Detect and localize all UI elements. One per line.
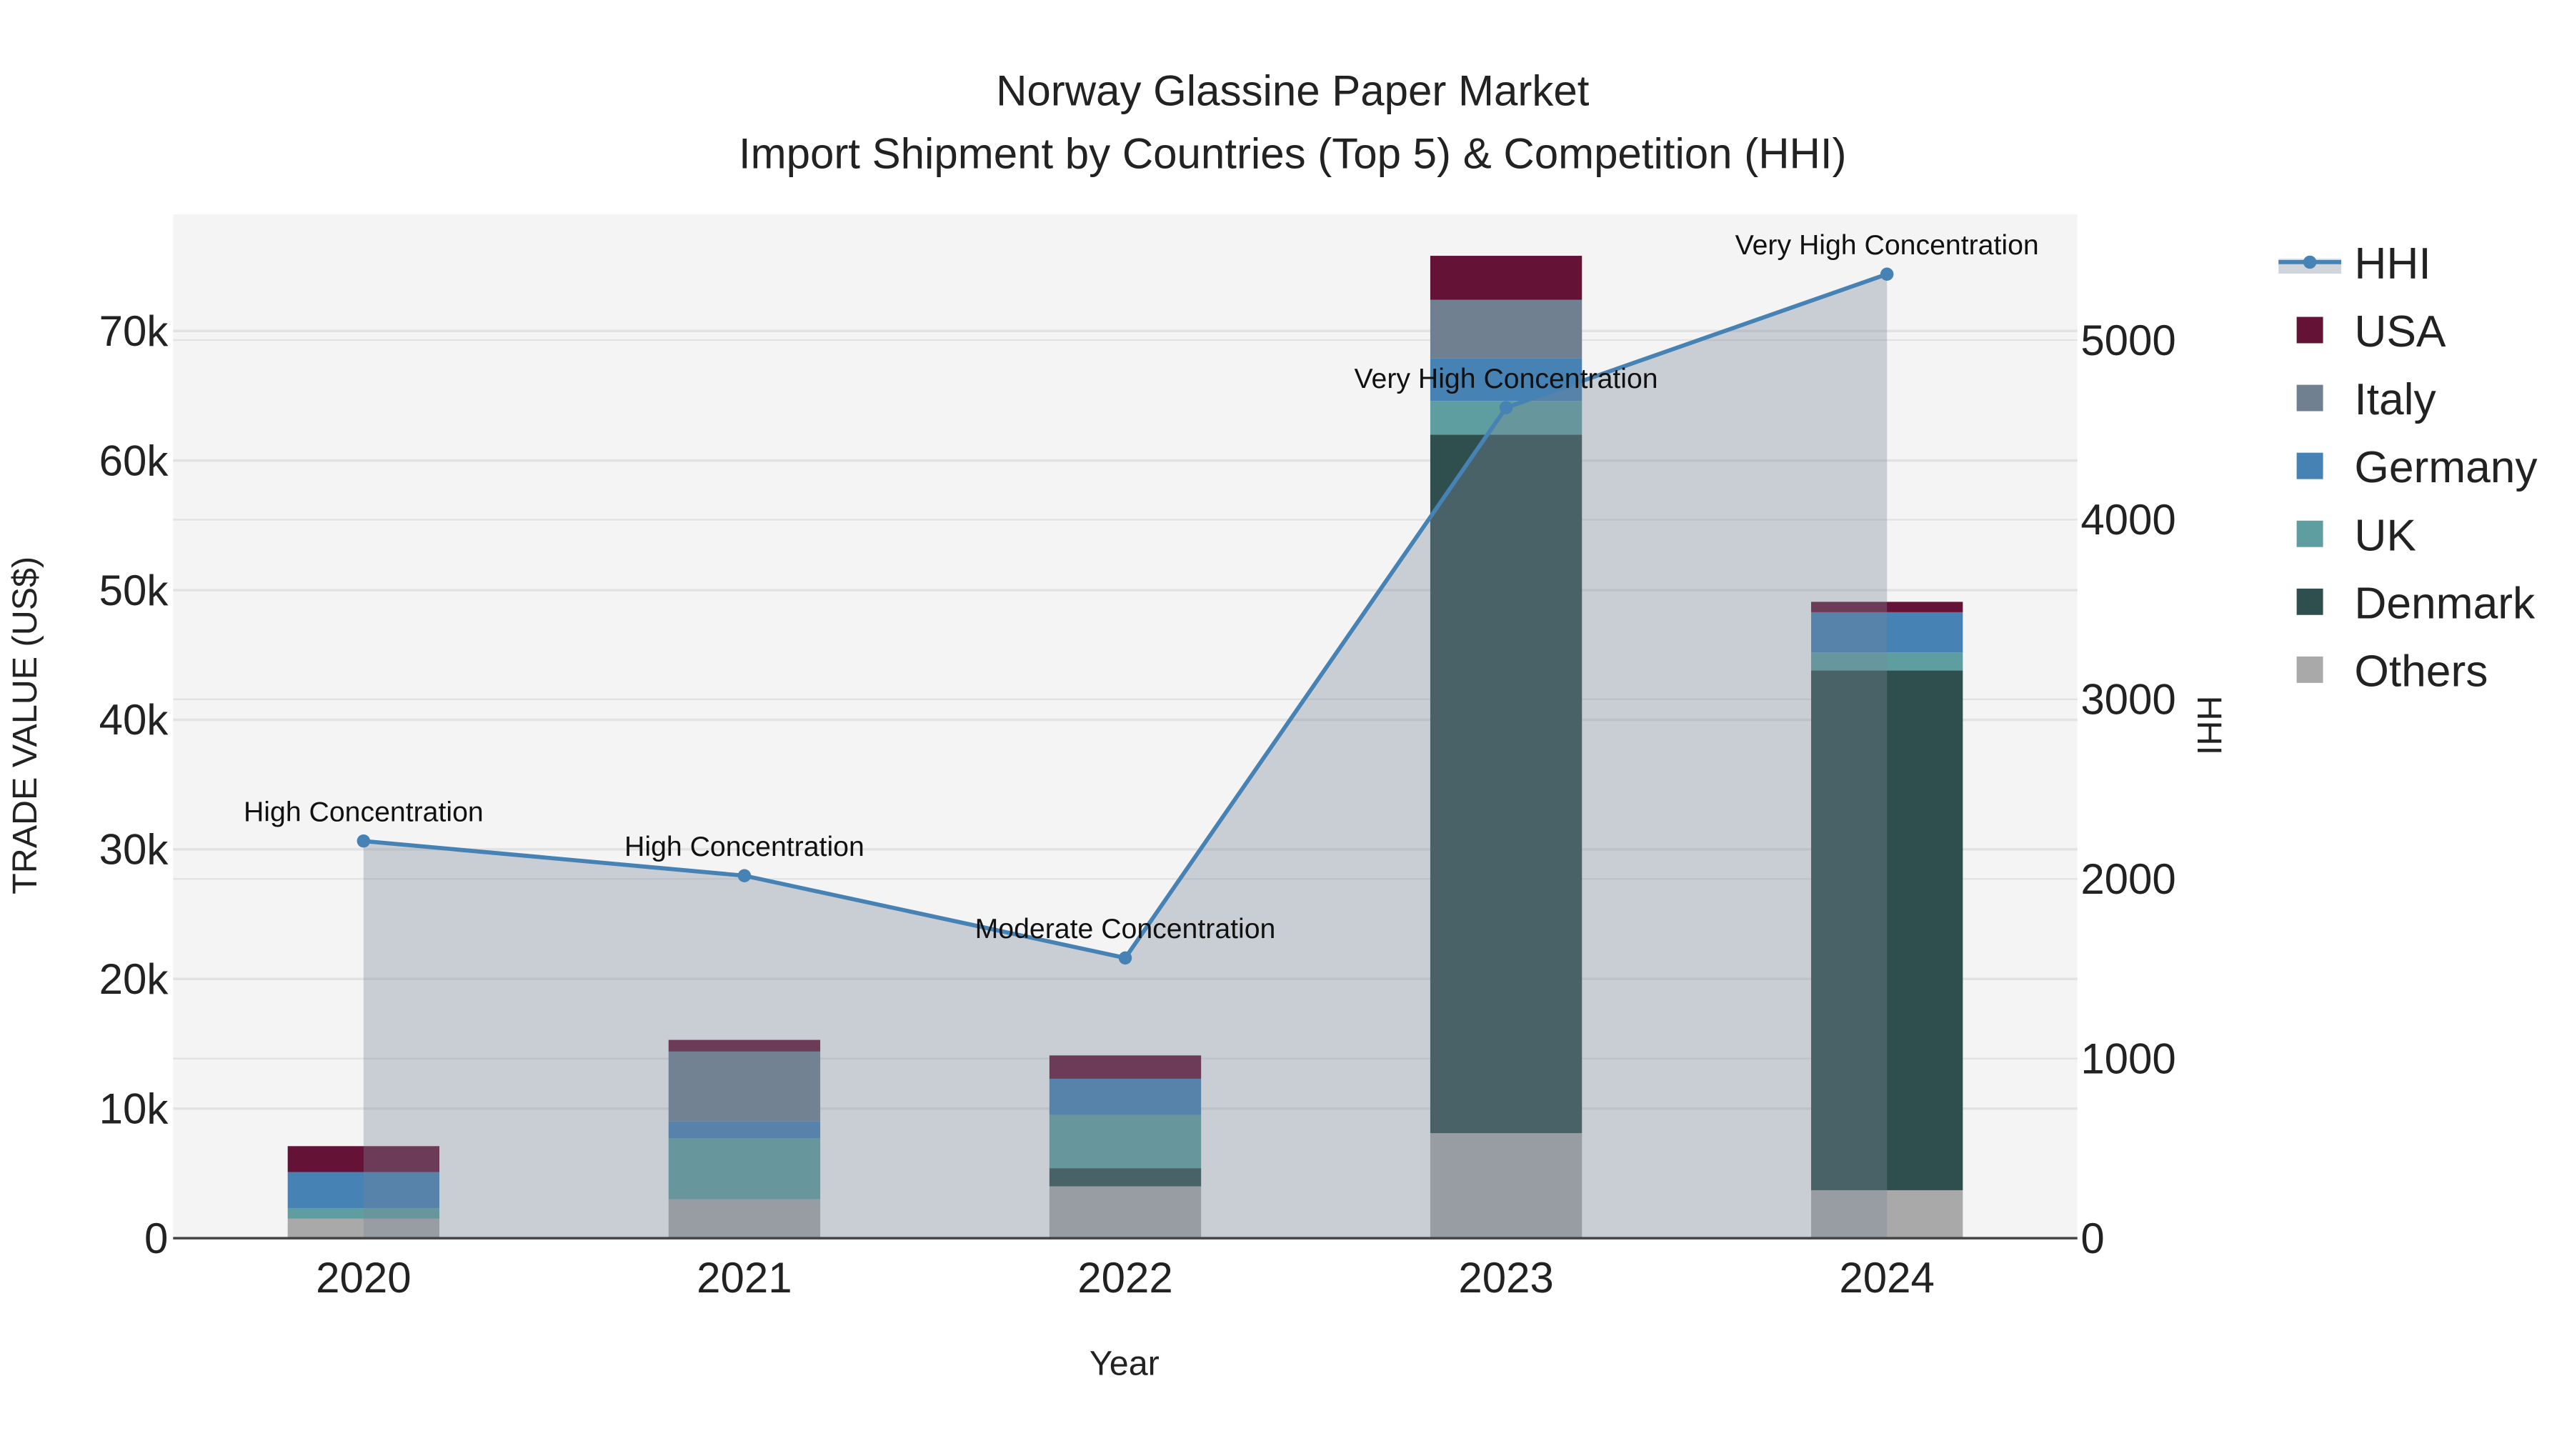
- y2-axis-title: HHI: [2190, 696, 2228, 755]
- y-tick-label: 40k: [99, 696, 169, 744]
- y-tick-label: 10k: [99, 1084, 169, 1132]
- hhi-point: [1499, 401, 1513, 414]
- legend-label-hhi: HHI: [2354, 239, 2431, 289]
- hhi-point: [357, 834, 371, 848]
- y2-tick-label: 4000: [2080, 496, 2175, 544]
- legend-swatch-germany: [2296, 452, 2323, 479]
- hhi-point: [1880, 267, 1894, 281]
- legend-swatch-uk: [2296, 520, 2323, 547]
- hhi-annotation: Very High Concentration: [1735, 229, 2039, 261]
- y2-tick-label: 3000: [2080, 676, 2175, 724]
- legend-label-others: Others: [2354, 647, 2488, 696]
- x-tick-label: 2022: [1077, 1254, 1172, 1302]
- legend-hhi-marker: [2303, 255, 2317, 269]
- chart-subtitle: Import Shipment by Countries (Top 5) & C…: [739, 129, 1847, 177]
- legend-label-usa: USA: [2354, 307, 2446, 356]
- chart-title: Norway Glassine Paper Market: [996, 67, 1590, 115]
- y-tick-label: 30k: [99, 826, 169, 874]
- legend-label-germany: Germany: [2354, 443, 2538, 492]
- hhi-point: [1118, 951, 1132, 965]
- hhi-annotation: High Concentration: [244, 797, 484, 828]
- y-tick-label: 60k: [99, 437, 169, 484]
- hhi-annotation: High Concentration: [624, 831, 864, 862]
- x-tick-label: 2021: [697, 1254, 792, 1302]
- y-tick-label: 20k: [99, 955, 169, 1003]
- legend-swatch-italy: [2296, 384, 2323, 412]
- x-tick-label: 2020: [316, 1254, 411, 1302]
- y-tick-label: 0: [144, 1215, 168, 1262]
- x-tick-label: 2023: [1458, 1254, 1553, 1302]
- hhi-annotation: Moderate Concentration: [975, 913, 1276, 944]
- bar-italy-2023: [1430, 299, 1582, 359]
- legend-label-denmark: Denmark: [2354, 579, 2536, 628]
- legend-swatch-others: [2296, 656, 2323, 683]
- chart-container: High Concentration High Concentration Mode…: [0, 0, 2572, 1447]
- x-tick-label: 2024: [1839, 1254, 1934, 1302]
- chart-svg: High Concentration High Concentration Mode…: [6, 67, 2538, 1383]
- legend-swatch-usa: [2296, 316, 2323, 344]
- legend-label-uk: UK: [2354, 511, 2416, 560]
- hhi-point: [737, 869, 752, 882]
- legend-swatch-denmark: [2296, 588, 2323, 615]
- y2-tick-label: 0: [2080, 1215, 2104, 1262]
- y2-tick-label: 5000: [2080, 316, 2175, 364]
- x-axis-title: Year: [1090, 1345, 1160, 1383]
- hhi-annotation: Very High Concentration: [1355, 363, 1658, 394]
- y-tick-label: 50k: [99, 567, 169, 614]
- bar-usa-2023: [1430, 256, 1582, 300]
- y2-tick-label: 2000: [2080, 855, 2175, 903]
- legend-label-italy: Italy: [2354, 375, 2436, 424]
- y-tick-label: 70k: [99, 307, 169, 355]
- y2-tick-label: 1000: [2080, 1034, 2175, 1082]
- y-axis-title: TRADE VALUE (US$): [6, 557, 44, 894]
